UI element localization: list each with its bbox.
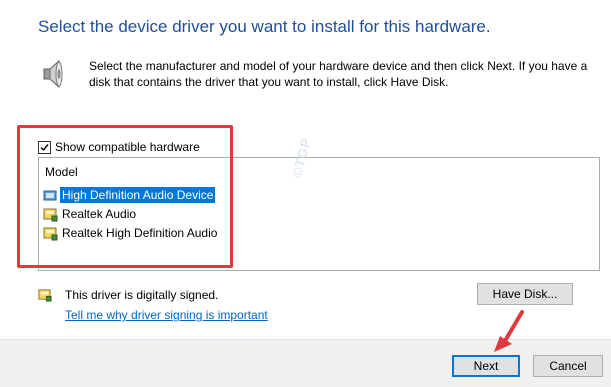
instructions-text: Select the manufacturer and model of you… [89,59,588,89]
driver-signing-link[interactable]: Tell me why driver signing is important [65,308,268,322]
signing-status-text: This driver is digitally signed. [65,288,219,302]
list-item-realtek-audio[interactable]: Realtek Audio [43,206,138,222]
checkbox-box[interactable] [38,140,51,154]
list-item-high-definition-audio-device[interactable]: High Definition Audio Device [43,187,216,203]
model-listbox[interactable]: Model High Definition Audio Device Realt… [38,136,600,271]
device-driver-icon [43,190,57,200]
next-button[interactable]: Next [452,355,520,377]
list-item-label: Realtek High Definition Audio [62,226,218,240]
signed-driver-icon [43,208,58,221]
cancel-button[interactable]: Cancel [533,355,603,377]
list-column-header: Model [45,165,78,179]
signed-driver-icon [43,227,58,240]
show-compatible-label: Show compatible hardware [55,140,200,154]
list-item-label: Realtek Audio [62,207,137,221]
have-disk-button[interactable]: Have Disk... [477,283,573,305]
speaker-icon [43,59,63,89]
list-item-label: High Definition Audio Device [60,187,216,203]
show-compatible-checkbox[interactable]: Show compatible hardware [38,139,200,155]
signed-driver-icon [38,289,52,302]
watermark: ©TGP [289,136,314,179]
check-icon [40,143,49,151]
list-item-realtek-high-definition-audio[interactable]: Realtek High Definition Audio [43,225,219,241]
page-title: Select the device driver you want to ins… [38,17,491,36]
